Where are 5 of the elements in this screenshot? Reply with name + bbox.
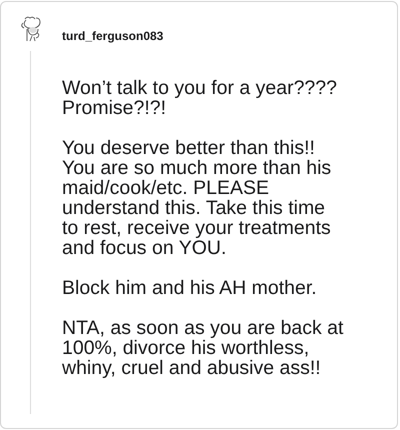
- comment-paragraph: Block him and his AH mother.: [62, 278, 318, 298]
- comment-paragraph: You deserve better than this!! You are so much more than his maid/cook/etc. PLEASE understand this. Take this time to rest, receive your treatments and focus on YOU.: [62, 138, 332, 258]
- comment-paragraph: NTA, as soon as you are back at 100%, divorce his worthless, whiny, cruel and abusive ass!!: [62, 318, 344, 378]
- username[interactable]: turd_ferguson083: [62, 29, 397, 43]
- comment-paragraph: Won’t talk to you for a year???? Promise?!?!: [62, 78, 338, 118]
